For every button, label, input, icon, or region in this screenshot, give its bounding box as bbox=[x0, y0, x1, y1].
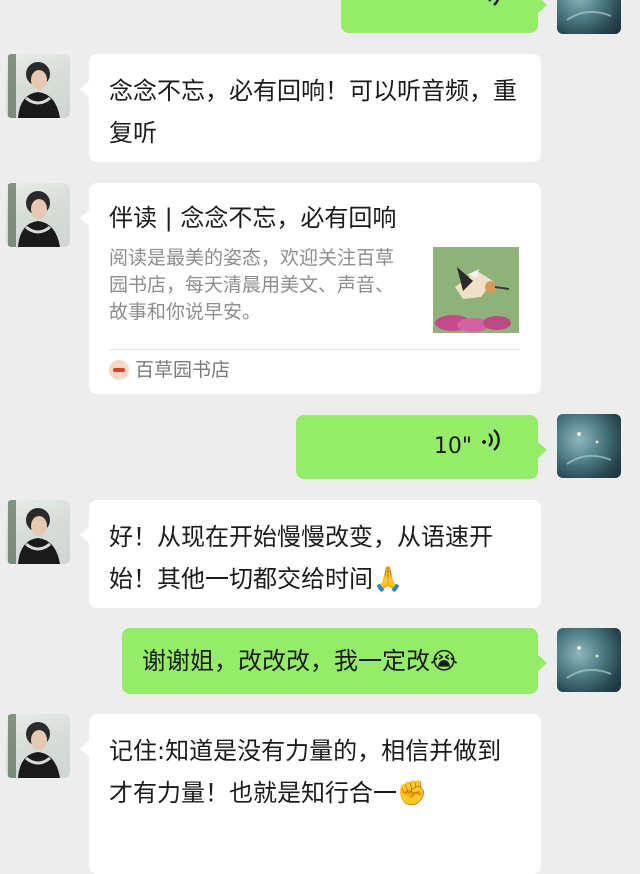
message-text: 好！从现在开始慢慢改变，从语速开始！其他一切都交给时间 bbox=[109, 523, 493, 593]
message-text: 谢谢姐，改改改，我一定改 bbox=[142, 647, 430, 675]
voice-duration: 10" bbox=[433, 434, 472, 459]
voice-message-outgoing[interactable]: 10" bbox=[296, 415, 547, 479]
my-avatar[interactable] bbox=[557, 0, 621, 34]
contact-avatar[interactable] bbox=[6, 500, 70, 564]
my-avatar[interactable] bbox=[557, 628, 621, 692]
text-message-outgoing[interactable]: 谢谢姐，改改改，我一定改😭 bbox=[122, 628, 547, 694]
source-name: 百草园书店 bbox=[135, 359, 231, 381]
contact-avatar[interactable] bbox=[6, 54, 70, 118]
source-logo-icon bbox=[109, 360, 129, 380]
folded-hands-emoji-icon: 🙏 bbox=[373, 565, 403, 593]
voice-message-outgoing[interactable] bbox=[341, 0, 547, 33]
card-description: 阅读是最美的姿态，欢迎关注百草园书店，每天清晨用美文、声音、故事和你说早安。 bbox=[109, 247, 395, 323]
message-text: 念念不忘，必有回响！可以听音频，重复听 bbox=[109, 77, 517, 147]
contact-avatar[interactable] bbox=[6, 183, 70, 247]
link-card-message[interactable]: 伴读 | 念念不忘，必有回响 阅读是最美的姿态，欢迎关注百草园书店，每天清晨用美… bbox=[80, 183, 541, 394]
my-avatar[interactable] bbox=[557, 414, 621, 478]
card-source[interactable]: 百草园书店 bbox=[109, 350, 521, 390]
card-title: 伴读 | 念念不忘，必有回响 bbox=[109, 204, 397, 232]
contact-avatar[interactable] bbox=[6, 714, 70, 778]
text-message-incoming[interactable]: 记住:知道是没有力量的，相信并做到才有力量！也就是知行合一✊ bbox=[80, 714, 541, 874]
text-message-incoming[interactable]: 好！从现在开始慢慢改变，从语速开始！其他一切都交给时间🙏 bbox=[80, 500, 541, 608]
text-message-incoming[interactable]: 念念不忘，必有回响！可以听音频，重复听 bbox=[80, 54, 541, 162]
bird-photo-thumbnail bbox=[433, 247, 519, 333]
voice-wave-icon bbox=[480, 0, 506, 23]
crying-face-emoji-icon: 😭 bbox=[430, 647, 459, 675]
raised-fist-emoji-icon: ✊ bbox=[397, 779, 427, 807]
voice-wave-icon bbox=[480, 426, 506, 468]
message-text: 记住:知道是没有力量的，相信并做到才有力量！也就是知行合一 bbox=[109, 737, 502, 807]
